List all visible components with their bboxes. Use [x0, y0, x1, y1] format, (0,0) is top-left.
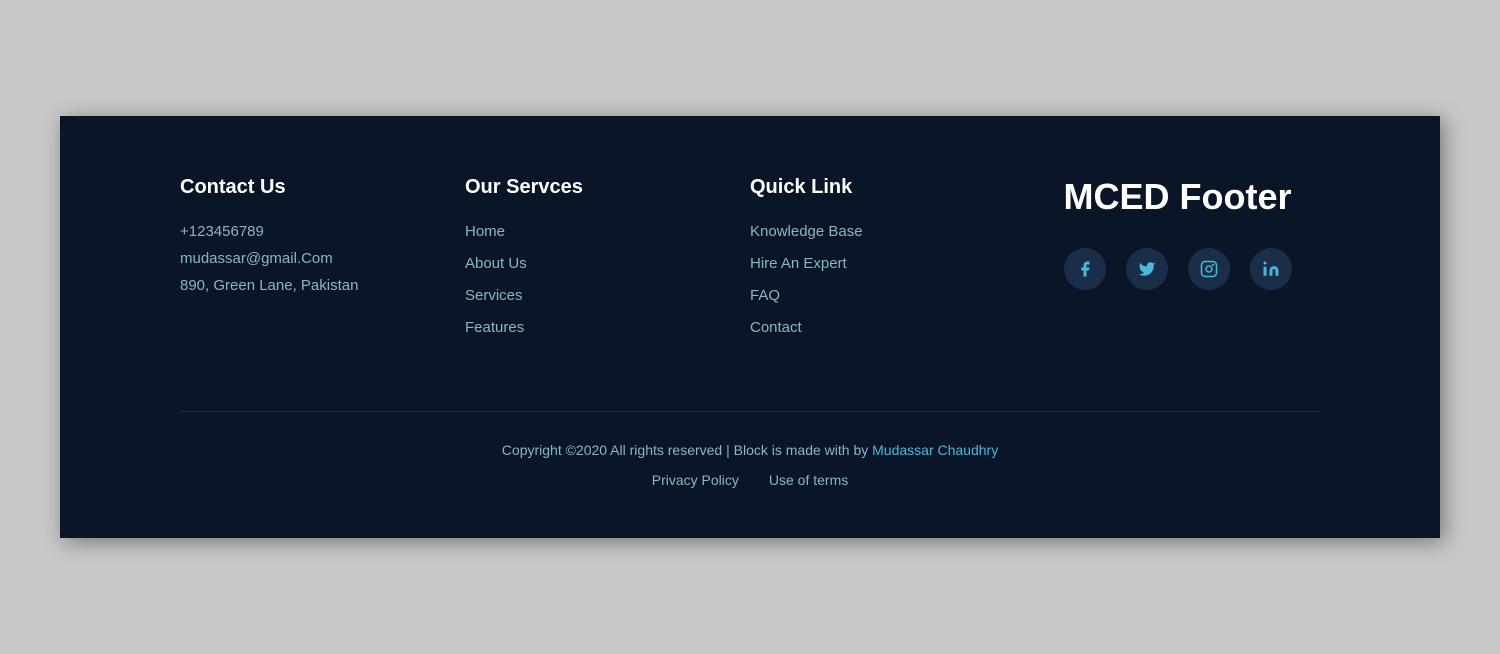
contact-phone: +123456789 — [180, 223, 465, 240]
footer-top: Contact Us +123456789 mudassar@gmail.Com… — [180, 176, 1320, 351]
list-item: Hire An Expert — [750, 255, 1035, 273]
list-item: Services — [465, 287, 750, 305]
contact-address: 890, Green Lane, Pakistan — [180, 277, 465, 294]
contact-heading: Contact Us — [180, 176, 465, 199]
quicklink-expert-link[interactable]: Hire An Expert — [750, 255, 847, 272]
linkedin-icon[interactable] — [1250, 248, 1292, 290]
list-item: Features — [465, 319, 750, 337]
services-heading: Our Servces — [465, 176, 750, 199]
quicklink-contact-link[interactable]: Contact — [750, 319, 802, 336]
list-item: About Us — [465, 255, 750, 273]
social-icons — [1064, 248, 1292, 290]
privacy-policy-link[interactable]: Privacy Policy — [652, 472, 739, 488]
list-item: Home — [465, 223, 750, 241]
author-link[interactable]: Mudassar Chaudhry — [872, 442, 998, 458]
quicklink-kb-link[interactable]: Knowledge Base — [750, 223, 863, 240]
footer-bottom: Copyright ©2020 All rights reserved | Bl… — [180, 411, 1320, 488]
brand-title: MCED Footer — [1064, 176, 1292, 218]
use-of-terms-link[interactable]: Use of terms — [769, 472, 848, 488]
list-item: Contact — [750, 319, 1035, 337]
facebook-icon[interactable] — [1064, 248, 1106, 290]
services-list: Home About Us Services Features — [465, 223, 750, 337]
services-services-link[interactable]: Services — [465, 287, 523, 304]
quicklink-heading: Quick Link — [750, 176, 1035, 199]
footer-links: Privacy Policy Use of terms — [180, 472, 1320, 488]
services-features-link[interactable]: Features — [465, 319, 524, 336]
twitter-icon[interactable] — [1126, 248, 1168, 290]
instagram-icon[interactable] — [1188, 248, 1230, 290]
services-about-link[interactable]: About Us — [465, 255, 527, 272]
contact-section: Contact Us +123456789 mudassar@gmail.Com… — [180, 176, 465, 304]
list-item: Knowledge Base — [750, 223, 1035, 241]
copyright-label: Copyright ©2020 All rights reserved | Bl… — [502, 442, 868, 458]
list-item: FAQ — [750, 287, 1035, 305]
quicklink-list: Knowledge Base Hire An Expert FAQ Contac… — [750, 223, 1035, 337]
services-home-link[interactable]: Home — [465, 223, 505, 240]
footer-wrapper: Contact Us +123456789 mudassar@gmail.Com… — [60, 116, 1440, 538]
quicklink-faq-link[interactable]: FAQ — [750, 287, 780, 304]
copyright-text: Copyright ©2020 All rights reserved | Bl… — [180, 442, 1320, 458]
quicklink-section: Quick Link Knowledge Base Hire An Expert… — [750, 176, 1035, 351]
services-section: Our Servces Home About Us Services Featu… — [465, 176, 750, 351]
brand-section: MCED Footer — [1035, 176, 1320, 290]
contact-email: mudassar@gmail.Com — [180, 250, 465, 267]
